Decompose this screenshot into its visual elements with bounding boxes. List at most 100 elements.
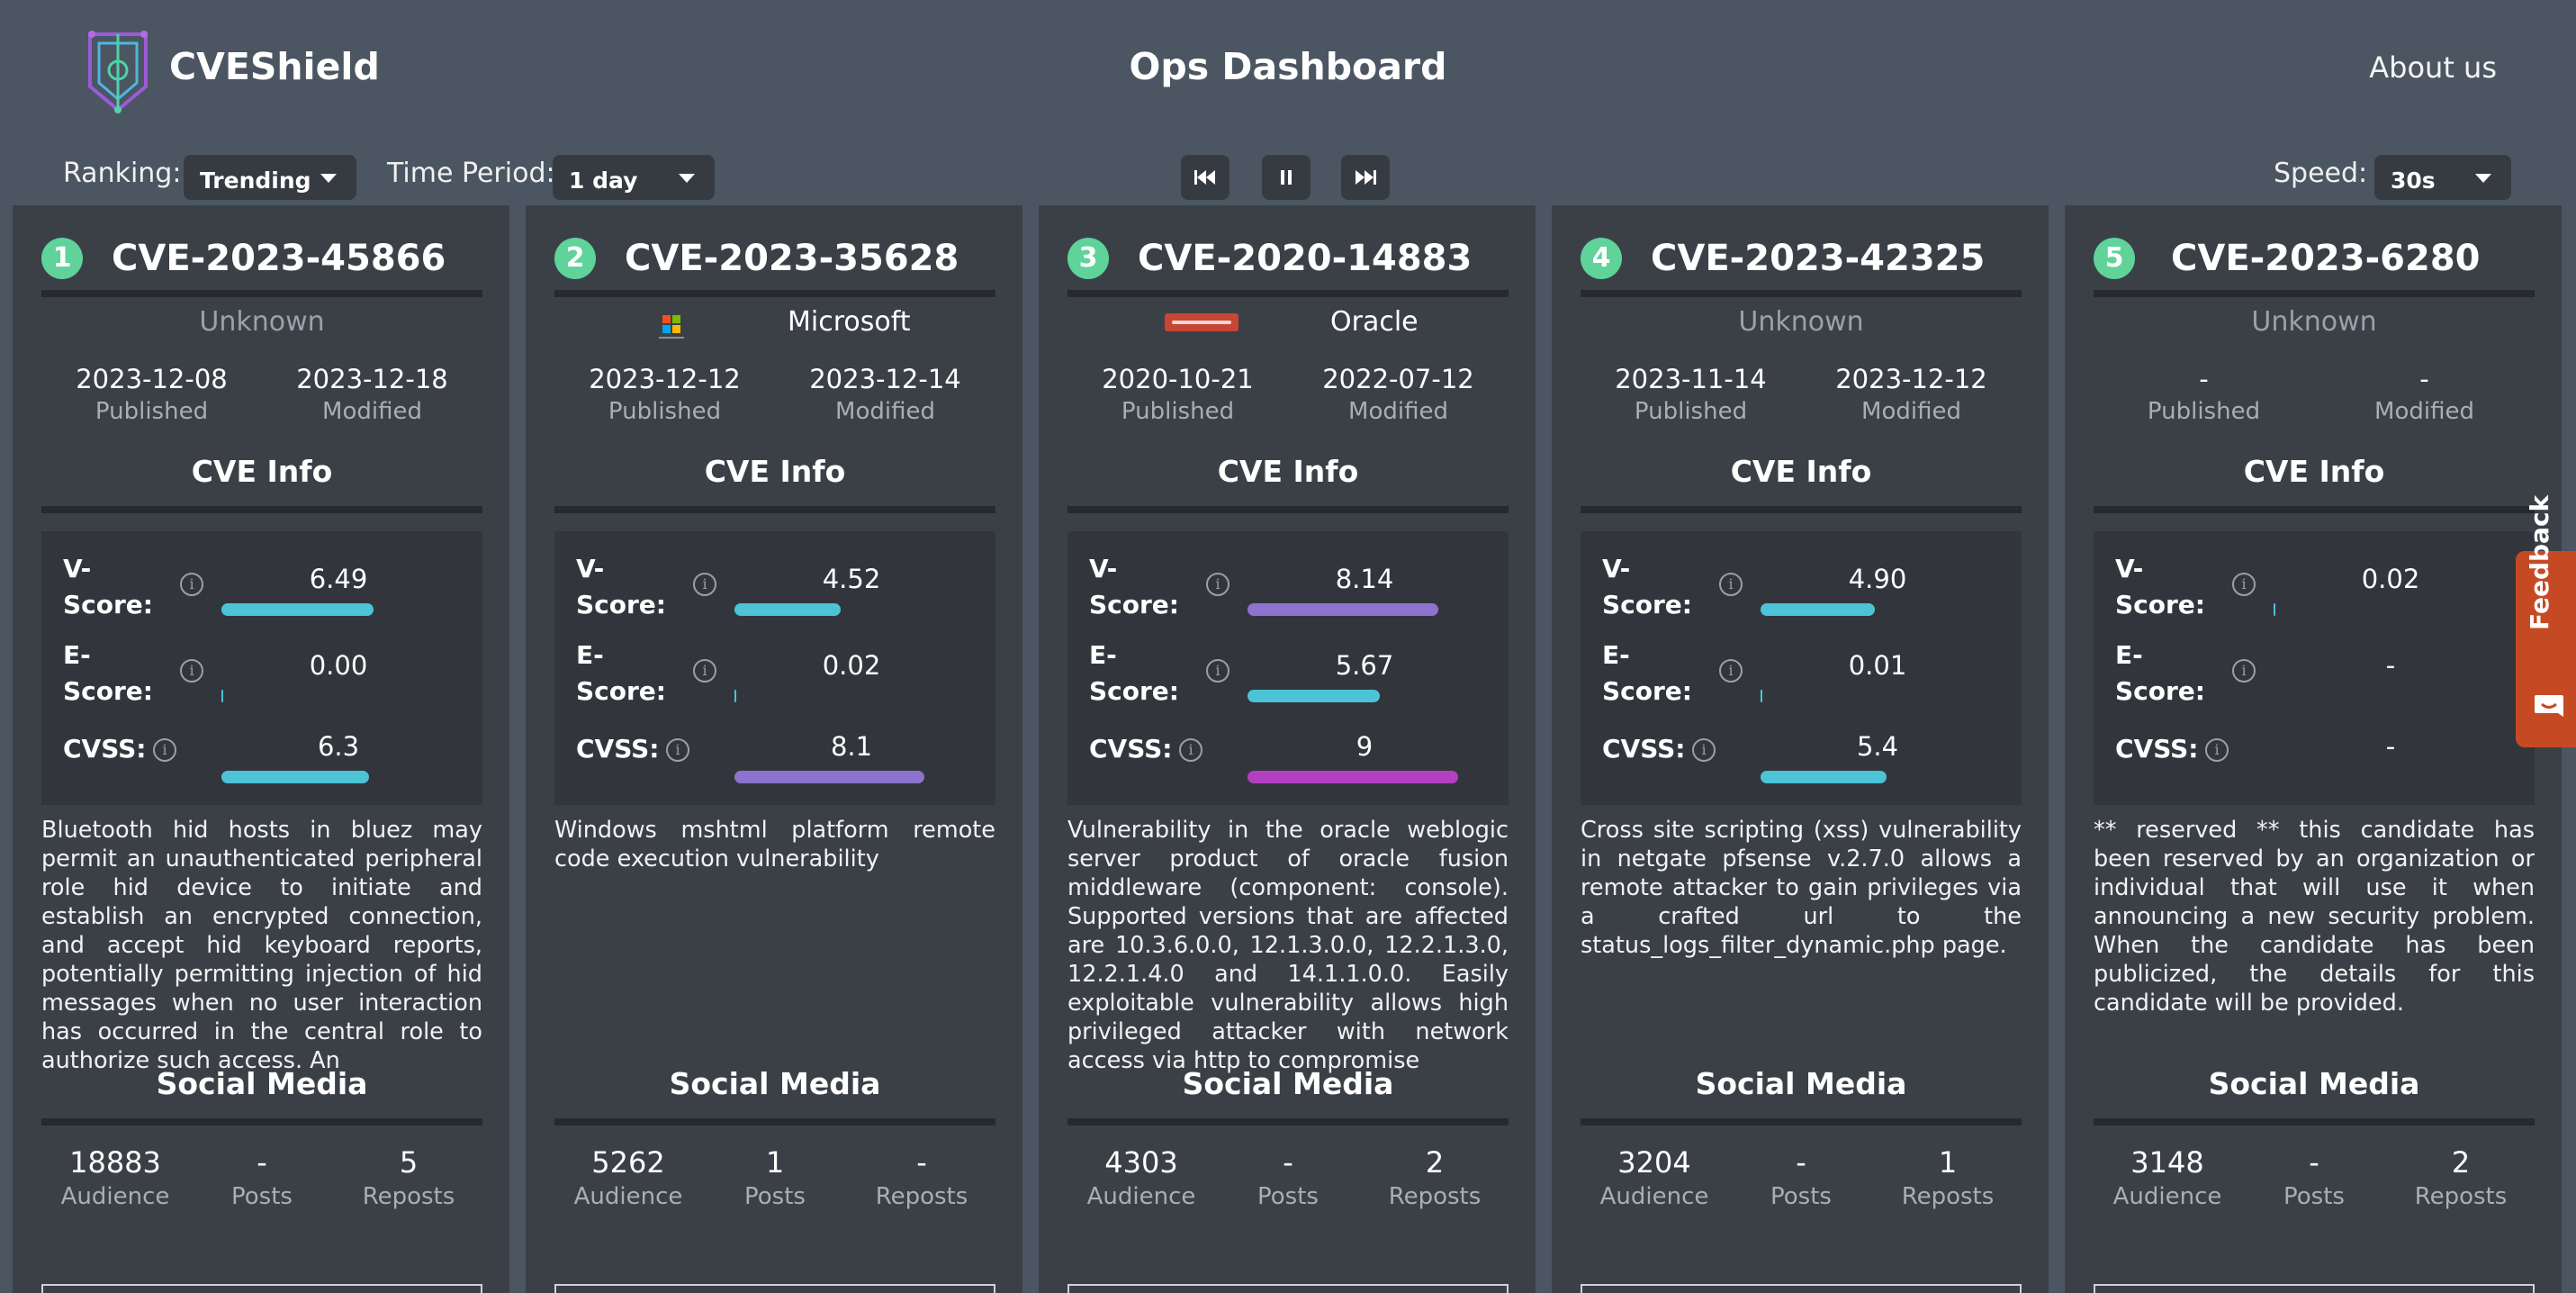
escore-bar <box>734 690 736 702</box>
divider <box>2094 1118 2535 1126</box>
divider <box>1581 1118 2022 1126</box>
divider <box>41 290 482 297</box>
cve-card[interactable]: 2 CVE-2023-35628 Microsoft 2023-12-12 Publis… <box>526 205 1022 1293</box>
score-panel: V- Score: i 4.90 E- Score: i 0.01 CVSS: i 5.4 <box>1581 531 2022 805</box>
score-panel: V- Score: i 0.02 E- Score: i - CVSS: i - <box>2094 531 2535 805</box>
about-us-link[interactable]: About us <box>2369 50 2497 85</box>
info-icon[interactable]: i <box>1179 738 1202 762</box>
audience-label: Audience <box>573 1183 683 1210</box>
vscore-bar <box>1761 603 1875 616</box>
cve-id[interactable]: CVE-2023-6280 <box>2171 238 2535 279</box>
posts-value: - <box>1796 1145 1806 1180</box>
escore-bar <box>221 690 223 702</box>
ranking-dropdown[interactable]: Trending <box>184 155 356 200</box>
rank-badge: 5 <box>2094 238 2135 279</box>
vscore-label-line2: Score: <box>63 590 153 619</box>
info-icon[interactable]: i <box>2205 738 2229 762</box>
info-icon[interactable]: i <box>153 738 176 762</box>
vscore-value: 6.49 <box>309 564 368 594</box>
pause-button[interactable] <box>1262 155 1311 200</box>
vscore-label: V- Score: <box>576 551 666 623</box>
posts-label: Posts <box>1770 1183 1832 1210</box>
cve-description: Bluetooth hid hosts in bluez may permit … <box>41 817 482 1074</box>
modified-label: Modified <box>835 398 935 425</box>
feedback-label[interactable]: Feedback <box>2525 495 2554 630</box>
time-period-label: Time Period: <box>387 158 555 189</box>
escore-bar <box>1247 690 1380 702</box>
cve-id[interactable]: CVE-2023-35628 <box>590 238 995 279</box>
info-icon[interactable]: i <box>693 573 716 596</box>
divider <box>1581 506 2022 513</box>
info-icon[interactable]: i <box>2232 659 2256 683</box>
divider <box>2094 506 2535 513</box>
vscore-label: V- Score: <box>63 551 153 623</box>
modified-label: Modified <box>322 398 422 425</box>
reposts-value: - <box>916 1145 927 1180</box>
published-date: 2020-10-21 Published <box>1067 364 1288 425</box>
published-value: - <box>2199 364 2209 394</box>
cve-id[interactable]: CVE-2023-45866 <box>77 238 482 279</box>
info-icon[interactable]: i <box>1206 659 1229 683</box>
published-label: Published <box>95 398 209 425</box>
cve-id[interactable]: CVE-2020-14883 <box>1103 238 1509 279</box>
reposts-label: Reposts <box>1388 1183 1482 1210</box>
published-label: Published <box>608 398 722 425</box>
vscore-value: 4.52 <box>822 564 881 594</box>
posts-value: - <box>2309 1145 2319 1180</box>
cve-description: ** reserved ** this candidate has been r… <box>2094 817 2535 1017</box>
card-footer-box[interactable] <box>554 1284 995 1293</box>
modified-label: Modified <box>2374 398 2474 425</box>
cvss-bar <box>1247 771 1458 783</box>
chat-icon[interactable] <box>2534 693 2564 720</box>
skip-previous-button[interactable] <box>1181 155 1229 200</box>
reposts-value: 5 <box>399 1145 419 1180</box>
cve-info-heading: CVE Info <box>191 454 333 489</box>
info-icon[interactable]: i <box>1692 738 1716 762</box>
info-icon[interactable]: i <box>1719 573 1743 596</box>
cve-card[interactable]: 5 CVE-2023-6280 Unknown - Published - Modified… <box>2065 205 2562 1293</box>
pause-icon <box>1281 170 1292 185</box>
cve-id[interactable]: CVE-2023-42325 <box>1617 238 2022 279</box>
speed-dropdown[interactable]: 30s <box>2374 155 2511 200</box>
posts-label: Posts <box>744 1183 806 1210</box>
escore-label: E- Score: <box>576 637 666 710</box>
card-footer-box[interactable] <box>1581 1284 2022 1293</box>
time-period-dropdown[interactable]: 1 day <box>553 155 715 200</box>
cve-card-content: 2 CVE-2023-35628 Microsoft 2023-12-12 Publis… <box>554 205 995 1293</box>
info-icon[interactable]: i <box>180 573 203 596</box>
modified-date: 2023-12-18 Modified <box>262 364 482 425</box>
audience-label: Audience <box>1599 1183 1709 1210</box>
cvss-bar <box>1761 771 1887 783</box>
vscore-label-line2: Score: <box>1089 590 1179 619</box>
escore-label-line2: Score: <box>2115 676 2205 706</box>
published-value: 2023-12-08 <box>76 364 228 394</box>
card-footer-box[interactable] <box>1067 1284 1509 1293</box>
skip-next-button[interactable] <box>1341 155 1390 200</box>
vscore-value: 4.90 <box>1848 564 1907 594</box>
vendor-name: Oracle <box>1330 306 1419 338</box>
modified-value: 2023-12-14 <box>809 364 961 394</box>
social-media-heading: Social Media <box>1182 1066 1394 1101</box>
cvss-value: 9 <box>1356 731 1374 762</box>
info-icon[interactable]: i <box>666 738 689 762</box>
vscore-label-line1: V- <box>1602 554 1631 583</box>
modified-label: Modified <box>1348 398 1448 425</box>
info-icon[interactable]: i <box>693 659 716 683</box>
cvss-label: CVSS: <box>63 734 147 764</box>
cvss-bar <box>221 771 369 783</box>
posts-label: Posts <box>1257 1183 1319 1210</box>
card-footer-box[interactable] <box>41 1284 482 1293</box>
card-footer-box[interactable] <box>2094 1284 2535 1293</box>
info-icon[interactable]: i <box>1719 659 1743 683</box>
escore-label-line2: Score: <box>576 676 666 706</box>
vscore-bar <box>221 603 374 616</box>
info-icon[interactable]: i <box>1206 573 1229 596</box>
info-icon[interactable]: i <box>180 659 203 683</box>
modified-date: 2022-07-12 Modified <box>1288 364 1509 425</box>
info-icon[interactable]: i <box>2232 573 2256 596</box>
cve-card[interactable]: 3 CVE-2020-14883 Oracle 2020-10-21 Published… <box>1039 205 1536 1293</box>
audience-value: 3148 <box>2130 1145 2204 1180</box>
cve-card[interactable]: 1 CVE-2023-45866 Unknown 2023-12-08 Publishe… <box>13 205 509 1293</box>
reposts-value: 2 <box>2451 1145 2471 1180</box>
cve-card[interactable]: 4 CVE-2023-42325 Unknown 2023-11-14 Publishe… <box>1552 205 2049 1293</box>
